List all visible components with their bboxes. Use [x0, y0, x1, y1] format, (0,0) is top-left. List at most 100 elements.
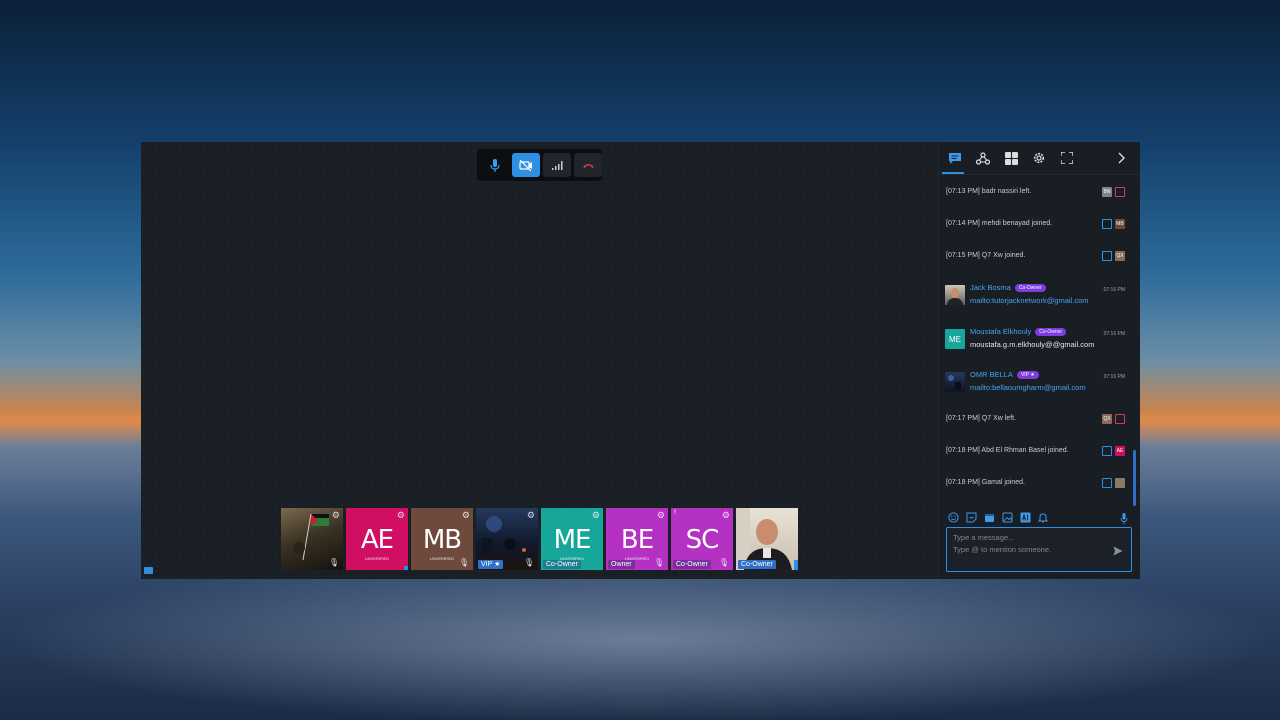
join-icon — [1102, 219, 1112, 229]
microphone-button[interactable] — [481, 153, 509, 177]
ai-button[interactable] — [1019, 511, 1031, 523]
gear-icon[interactable]: ⚙ — [722, 510, 730, 521]
tab-settings[interactable] — [1029, 148, 1049, 168]
avatar-photo — [947, 288, 963, 305]
tab-grid[interactable] — [1001, 148, 1021, 168]
participant-initials: BE — [620, 525, 654, 555]
camera-toggle-button[interactable] — [512, 153, 540, 177]
avatar[interactable] — [945, 285, 965, 305]
participant-tile-vip[interactable]: ⚙ VIP ★ 🎙 — [476, 508, 538, 570]
system-message: [07:14 PM] mehdi benayad joined. — [946, 220, 1053, 227]
collapse-panel-button[interactable] — [1112, 148, 1132, 168]
grid-icon — [1004, 151, 1018, 165]
microphone-icon — [490, 158, 500, 172]
emoji-button[interactable] — [947, 511, 959, 523]
share-icon — [976, 151, 990, 165]
gif-button[interactable] — [983, 511, 995, 523]
tab-chat[interactable] — [945, 148, 965, 168]
participant-tile-me[interactable]: ⚙ ME UNVERIFIED Co-Owner — [541, 508, 603, 570]
user-avatar-badge: MB — [1115, 219, 1125, 229]
sender-name[interactable]: Jack Bosma Co-Owner — [970, 283, 1046, 292]
participant-tile-be[interactable]: ⚙ BE UNVERIFIED Owner 🎙 — [606, 508, 668, 570]
participant-tile[interactable]: ⚙ 🎙 — [281, 508, 343, 570]
join-icon — [1102, 446, 1112, 456]
gear-icon[interactable]: ⚙ — [397, 510, 405, 521]
connection-quality-button[interactable] — [543, 153, 571, 177]
role-tag: Co-Owner — [543, 560, 581, 569]
signal-icon — [551, 160, 562, 170]
message-time: 07:16 PM — [1103, 374, 1125, 380]
participant-tile-webcam[interactable]: Co-Owner — [736, 508, 798, 570]
system-message: [07:15 PM] Q7 Xw joined. — [946, 252, 1026, 259]
message-time: 07:16 PM — [1103, 331, 1125, 337]
system-message: [07:18 PM] Abd El Rhman Basel joined. — [946, 447, 1069, 454]
send-button[interactable] — [1113, 543, 1123, 561]
participant-initials: MB — [422, 525, 462, 555]
system-message: [07:17 PM] Q7 Xw left. — [946, 415, 1017, 422]
role-badge: Co-Owner — [1014, 284, 1046, 292]
image-button[interactable] — [1001, 511, 1013, 523]
tab-share[interactable] — [973, 148, 993, 168]
system-message-icons: BN — [1102, 187, 1125, 197]
hangup-icon — [582, 163, 594, 168]
message-link[interactable]: mailto:bellaoumgharm@gmail.com — [970, 383, 1086, 392]
avatar[interactable]: ME — [945, 329, 965, 349]
sender-name[interactable]: Moustafa Elkhouly Co-Owner — [970, 327, 1067, 336]
sticker-button[interactable] — [965, 511, 977, 523]
sender-name[interactable]: OMR BELLA VIP ★ — [970, 370, 1039, 379]
gear-icon[interactable]: ⚙ — [332, 510, 340, 521]
chat-feed: [07:13 PM] badr nassiri left. BN [07:14 … — [939, 175, 1131, 505]
gear-icon[interactable]: ⚙ — [527, 510, 535, 521]
join-icon — [1102, 251, 1112, 261]
message-text: moustafa.g.m.elkhouly@@gmail.com — [970, 340, 1095, 349]
role-badge: VIP ★ — [1016, 371, 1039, 379]
participant-tile-mb[interactable]: ⚙ MB UNVERIFIED 🎙 — [411, 508, 473, 570]
muted-mic-icon: 🎙 — [653, 558, 664, 567]
hand-raised-icon: ! — [674, 509, 676, 516]
gear-icon[interactable]: ⚙ — [462, 510, 470, 521]
user-avatar-badge: QX — [1115, 251, 1125, 261]
gear-icon[interactable]: ⚙ — [592, 510, 600, 521]
chat-message: Jack Bosma Co-Owner 07:16 PM mailto:tutor… — [945, 283, 1131, 311]
message-input[interactable] — [953, 532, 1113, 566]
emoji-icon — [947, 511, 959, 523]
side-panel: [07:13 PM] badr nassiri left. BN [07:14 … — [938, 142, 1140, 579]
system-message-icons: QX — [1102, 251, 1125, 261]
muted-mic-icon: 🎙 — [718, 558, 729, 567]
hangup-button[interactable] — [574, 153, 602, 177]
leave-icon — [1115, 414, 1125, 424]
user-avatar-photo — [1115, 478, 1125, 488]
chat-scrollbar[interactable] — [1133, 450, 1136, 506]
image-icon — [1002, 512, 1012, 522]
notification-button[interactable] — [1037, 511, 1049, 523]
participant-tile-ae[interactable]: ⚙ AE UNVERIFIED — [346, 508, 408, 570]
panel-tabs — [939, 142, 1140, 175]
muted-mic-icon: 🎙 — [328, 558, 339, 567]
composer-toolbar — [947, 511, 1049, 523]
message-time: 07:16 PM — [1103, 287, 1125, 293]
join-icon — [1102, 478, 1112, 488]
send-icon — [1113, 546, 1123, 556]
tab-fullscreen[interactable] — [1057, 148, 1077, 168]
participant-initials: AE — [360, 525, 394, 555]
role-tag: Owner — [608, 560, 635, 569]
chat-toggle-icon[interactable] — [144, 567, 153, 574]
user-avatar-badge: QX — [1102, 414, 1112, 424]
system-message-icons: QX — [1102, 414, 1125, 424]
avatar-initials: ME — [949, 334, 961, 344]
chevron-right-icon — [1118, 152, 1125, 164]
system-message: [07:18 PM] Gamal joined. — [946, 479, 1025, 486]
message-composer — [946, 527, 1132, 572]
video-stage: ⚙ 🎙 ⚙ AE UNVERIFIED ⚙ MB UNVERIFIED 🎙 ⚙ … — [141, 142, 938, 579]
avatar[interactable] — [945, 372, 965, 392]
role-tag: VIP ★ — [478, 560, 504, 569]
gear-icon[interactable]: ⚙ — [657, 510, 665, 521]
system-message-icons: MB — [1102, 219, 1125, 229]
participant-tile-sc[interactable]: ⚙ ! SC Co-Owner 🎙 — [671, 508, 733, 570]
user-avatar-badge: BN — [1102, 187, 1112, 197]
fullscreen-icon — [1061, 152, 1073, 164]
message-link[interactable]: mailto:tutorjacknetwork@gmail.com — [970, 296, 1088, 305]
camera-off-icon — [519, 159, 532, 171]
ai-icon — [1020, 512, 1030, 522]
leave-icon — [1115, 187, 1125, 197]
